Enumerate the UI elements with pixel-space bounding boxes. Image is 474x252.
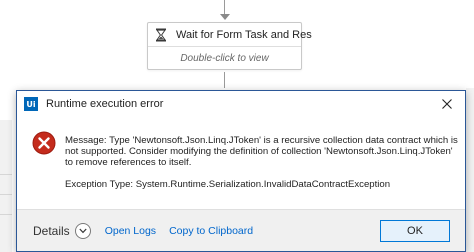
- uipath-app-icon: Ui: [24, 97, 38, 111]
- chevron-down-icon: [79, 228, 87, 233]
- runtime-error-dialog: Ui Runtime execution error Message: Type…: [16, 90, 466, 252]
- panel-divider: [0, 214, 12, 215]
- close-icon: [442, 99, 452, 109]
- exception-type: Exception Type: System.Runtime.Serializa…: [65, 178, 391, 190]
- activity-wait-for-form-task[interactable]: Wait for Form Task and Res Double-click …: [147, 22, 312, 70]
- message-text: Message: Type 'Newtonsoft.Json.Linq.JTok…: [65, 135, 458, 169]
- details-toggle[interactable]: Details: [33, 222, 91, 239]
- dialog-body: Message: Type 'Newtonsoft.Json.Linq.JTok…: [17, 117, 465, 190]
- panel-divider: [0, 174, 12, 175]
- dialog-title: Runtime execution error: [46, 98, 164, 110]
- connector-line: [224, 72, 225, 88]
- activity-hint: Double-click to view: [180, 53, 269, 64]
- ok-button[interactable]: OK: [380, 220, 450, 242]
- side-panel-edge: [0, 120, 12, 252]
- panel-divider: [0, 194, 12, 195]
- activity-header: Wait for Form Task and Res: [148, 23, 312, 47]
- close-button[interactable]: [429, 91, 465, 117]
- copy-to-clipboard-link[interactable]: Copy to Clipboard: [169, 225, 253, 237]
- open-logs-link[interactable]: Open Logs: [105, 225, 156, 237]
- details-label: Details: [33, 223, 70, 238]
- arrow-head: [220, 14, 230, 20]
- dialog-footer: Details Open Logs Copy to Clipboard OK: [17, 209, 465, 251]
- hourglass-icon: [154, 28, 168, 42]
- activity-title: Wait for Form Task and Res: [176, 28, 312, 41]
- error-icon: [32, 131, 56, 155]
- scrollbar-track[interactable]: [466, 88, 474, 252]
- error-message: Message: Type 'Newtonsoft.Json.Linq.JTok…: [65, 135, 461, 190]
- expand-button[interactable]: [74, 222, 91, 239]
- dialog-titlebar[interactable]: Ui Runtime execution error: [17, 91, 465, 117]
